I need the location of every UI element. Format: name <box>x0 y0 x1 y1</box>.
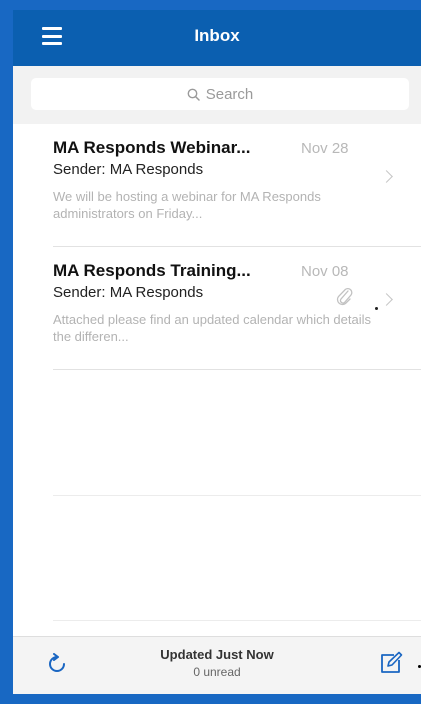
compose-icon[interactable] <box>379 651 403 675</box>
search-bar-container: Search <box>13 66 421 124</box>
hamburger-menu-icon[interactable] <box>42 27 62 45</box>
unread-dot <box>375 307 378 310</box>
message-subject: MA Responds Webinar... <box>53 138 251 157</box>
sync-status: Updated Just Now 0 unread <box>13 647 421 679</box>
empty-row-divider <box>53 495 421 496</box>
unread-count: 0 unread <box>193 665 241 679</box>
app-screen: Inbox Search MA Responds Webinar... Nov … <box>13 10 421 694</box>
divider <box>53 369 421 370</box>
status-footer: Updated Just Now 0 unread <box>13 636 421 694</box>
message-sender: Sender: MA Responds <box>53 161 204 178</box>
nav-header: Inbox <box>13 10 421 66</box>
paperclip-icon <box>336 288 353 306</box>
search-icon <box>187 88 200 101</box>
status-text: Updated Just Now <box>160 647 274 662</box>
page-title: Inbox <box>194 26 240 45</box>
message-preview: Attached please find an updated calendar… <box>53 312 371 344</box>
message-item[interactable]: MA Responds Webinar... Nov 28 Sender: MA… <box>13 124 421 247</box>
message-date: Nov 28 <box>301 140 349 157</box>
message-list: MA Responds Webinar... Nov 28 Sender: MA… <box>13 124 421 370</box>
message-subject: MA Responds Training... <box>53 261 251 280</box>
search-input[interactable]: Search <box>31 78 409 110</box>
search-placeholder: Search <box>205 85 254 103</box>
message-date: Nov 08 <box>301 263 349 280</box>
message-item[interactable]: MA Responds Training... Nov 08 Sender: M… <box>13 247 421 370</box>
message-sender: Sender: MA Responds <box>53 284 204 301</box>
empty-row-divider <box>53 620 421 621</box>
message-preview: We will be hosting a webinar for MA Resp… <box>53 189 321 221</box>
